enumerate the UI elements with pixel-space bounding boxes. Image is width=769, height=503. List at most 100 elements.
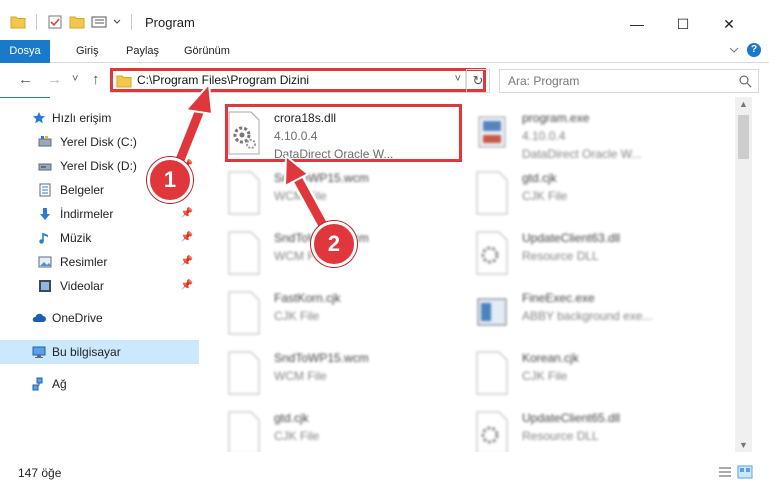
dll-gear-icon [476, 231, 508, 275]
quick-access-toolbar [10, 14, 136, 30]
file-version: 4.10.0.4 [522, 129, 566, 143]
title-bar: Program — ☐ ✕ [0, 0, 769, 40]
tiles-view-icon[interactable] [737, 465, 753, 479]
sidebar-item-label: Resimler [60, 255, 108, 269]
back-button[interactable]: ← [18, 71, 33, 88]
vertical-scrollbar[interactable]: ▲ ▼ [735, 97, 752, 452]
network-icon [32, 377, 43, 391]
details-view-icon[interactable] [717, 465, 733, 479]
exe-icon [478, 116, 506, 148]
documents-icon [39, 183, 51, 197]
sidebar-item-pictures[interactable]: Resimler 📌 [0, 250, 199, 274]
file-name: gtd.cjk [522, 171, 557, 185]
file-name: program.exe [522, 111, 590, 125]
file-name: SndToWP15.wcm [274, 171, 369, 185]
file-icon [228, 231, 260, 275]
search-box[interactable]: Ara: Program [499, 69, 759, 93]
scroll-thumb[interactable] [738, 115, 749, 159]
sidebar-item-label: Yerel Disk (C:) [60, 135, 137, 149]
file-item[interactable]: SndToWP15.wcm WCM File [205, 163, 445, 221]
file-description: ABBY background exe... [522, 309, 653, 323]
minimize-button[interactable]: — [614, 10, 660, 38]
sidebar-item-local-disk-c[interactable]: Yerel Disk (C:) 📌 [0, 130, 199, 154]
tab-share[interactable]: Paylaş [118, 40, 167, 62]
sidebar-item-onedrive[interactable]: OneDrive [0, 306, 199, 330]
sidebar-item-quick-access[interactable]: Hızlı erişim [0, 106, 199, 130]
sidebar-item-this-pc[interactable]: Bu bilgisayar [0, 340, 199, 364]
layout-icon[interactable] [91, 15, 107, 29]
file-item[interactable]: program.exe 4.10.0.4 DataDirect Oracle W… [453, 103, 693, 161]
ribbon-controls: ? [729, 43, 761, 57]
sidebar-item-label: İndirmeler [60, 207, 114, 221]
video-icon [39, 280, 51, 292]
sidebar-item-label: Videolar [60, 279, 104, 293]
recent-locations-button[interactable]: ˅ [72, 73, 78, 85]
new-folder-icon[interactable] [69, 15, 85, 29]
navigation-bar: ← → ˅ ↑ C:\Program Files\Program Dizini … [0, 63, 769, 97]
up-button[interactable]: ↑ [92, 71, 100, 88]
drive-icon [38, 136, 52, 147]
maximize-button[interactable]: ☐ [660, 10, 706, 38]
help-icon[interactable]: ? [747, 43, 761, 57]
file-item[interactable]: gtd.cjk CJK File [205, 403, 445, 452]
item-count: 147 öğe [18, 466, 62, 480]
file-name: gtd.cjk [274, 411, 309, 425]
file-item[interactable]: FastKorn.cjk CJK File [205, 283, 445, 341]
pin-icon: 📌 [180, 136, 193, 147]
music-icon [39, 233, 48, 244]
file-type: CJK File [274, 309, 320, 323]
file-icon [228, 411, 260, 452]
refresh-button[interactable]: ↻ [466, 69, 490, 93]
forward-button[interactable]: → [47, 71, 62, 88]
file-type: Resource DLL [522, 249, 599, 263]
pin-icon: 📌 [180, 208, 193, 219]
tab-home[interactable]: Giriş [68, 40, 107, 62]
tab-view[interactable]: Görünüm [176, 40, 238, 62]
file-item[interactable]: SndToWP15.wcm WCM File [205, 343, 445, 401]
scroll-up-icon[interactable]: ▲ [739, 99, 748, 109]
file-name: SndToWP15.wcm [274, 351, 369, 365]
view-switcher [717, 465, 753, 479]
sidebar-item-label: Müzik [60, 231, 92, 245]
file-item[interactable]: FineExec.exe ABBY background exe... [453, 283, 693, 341]
folder-icon [10, 16, 26, 29]
pin-icon: 📌 [180, 256, 193, 267]
ribbon-tabs: Dosya Giriş Paylaş Görünüm ? [0, 40, 769, 98]
sidebar-item-label: Bu bilgisayar [52, 345, 121, 359]
scroll-down-icon[interactable]: ▼ [739, 440, 748, 450]
sidebar-item-label: Yerel Disk (D:) [60, 159, 137, 173]
file-item[interactable]: UpdateClient65.dll Resource DLL [453, 403, 693, 452]
file-item[interactable]: Korean.cjk CJK File [453, 343, 693, 401]
search-placeholder[interactable]: Ara: Program [508, 74, 579, 88]
file-icon [228, 291, 260, 335]
sidebar-item-downloads[interactable]: İndirmeler 📌 [0, 202, 199, 226]
sidebar-item-videos[interactable]: Videolar 📌 [0, 274, 199, 298]
sidebar-item-music[interactable]: Müzik 📌 [0, 226, 199, 250]
search-icon[interactable] [738, 74, 752, 88]
sidebar-item-label: Belgeler [60, 183, 105, 197]
download-icon [40, 208, 50, 220]
file-name: FastKorn.cjk [274, 291, 341, 305]
dll-gear-icon [476, 411, 508, 452]
file-icon [228, 351, 260, 395]
sidebar-item-label: OneDrive [52, 311, 103, 325]
close-button[interactable]: ✕ [706, 10, 752, 38]
navigation-pane: Hızlı erişim Yerel Disk (C:) 📌 Yerel Dis… [0, 100, 205, 452]
properties-icon[interactable] [47, 14, 63, 30]
chevron-down-icon[interactable] [729, 46, 739, 54]
exe-icon [477, 298, 507, 326]
drive-icon [38, 163, 52, 171]
callout-1: 1 [147, 157, 193, 203]
callout-2: 2 [311, 221, 357, 267]
chevron-down-icon[interactable] [113, 18, 121, 26]
file-name: UpdateClient65.dll [522, 411, 621, 425]
file-type: CJK File [522, 369, 568, 383]
file-name: Korean.cjk [522, 351, 579, 365]
sidebar-item-network[interactable]: Ağ [0, 372, 199, 396]
star-icon [33, 112, 45, 124]
status-bar: 147 öğe [0, 462, 769, 484]
file-item[interactable]: UpdateClient63.dll Resource DLL [453, 223, 693, 281]
file-type: WCM File [274, 369, 327, 383]
file-item[interactable]: gtd.cjk CJK File [453, 163, 693, 221]
file-icon [476, 351, 508, 395]
